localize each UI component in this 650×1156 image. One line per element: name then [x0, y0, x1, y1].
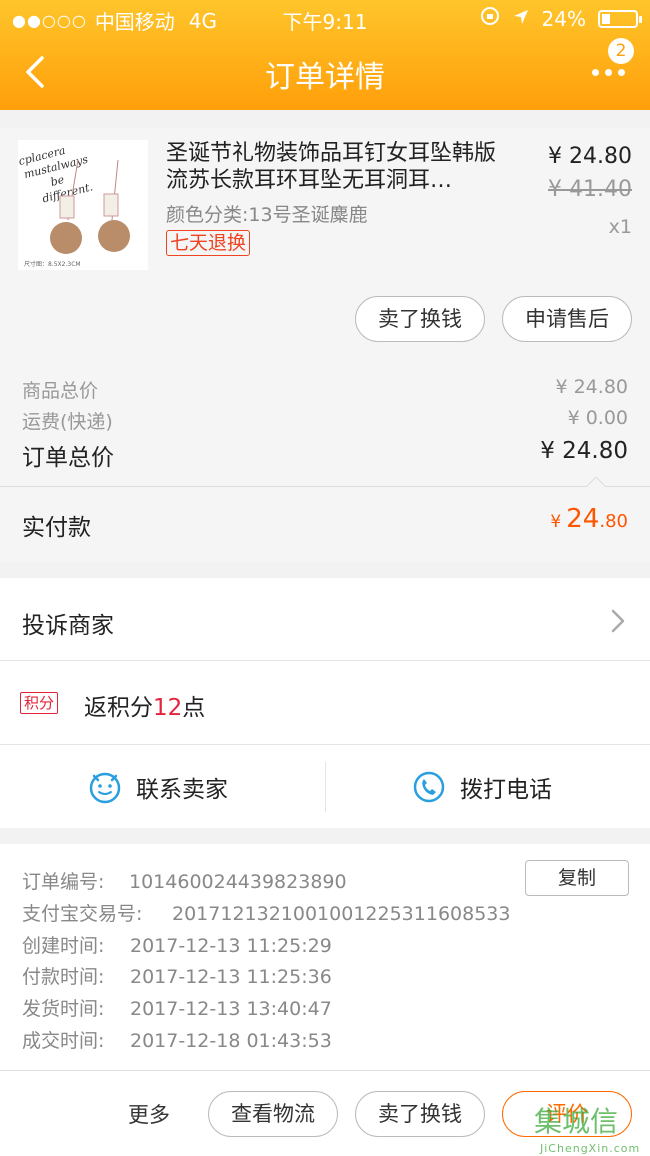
page-title: 订单详情 [265, 60, 385, 95]
location-arrow-icon [512, 7, 530, 31]
battery-icon [598, 9, 642, 28]
after-sale-button[interactable]: 申请售后 [502, 296, 632, 342]
sell-button[interactable]: 卖了换钱 [355, 296, 485, 342]
paid-amount-label: 实付款 [22, 515, 91, 541]
battery-percent: 24% [541, 6, 586, 31]
phone-icon [413, 771, 445, 803]
header: ●●○○○ 中国移动 4G 下午9:11 24% 订单详情 2 [0, 0, 650, 110]
product-price: ¥ 24.80 [548, 144, 632, 169]
status-bar: ●●○○○ 中国移动 4G 下午9:11 24% [0, 0, 650, 36]
points-reward: 返积分12点 [84, 695, 206, 721]
watermark-logo: 集城信 JiChengXin.com [534, 1105, 641, 1155]
svg-text:尺寸图：8.5X2.3CM: 尺寸图：8.5X2.3CM [24, 260, 81, 268]
notification-badge: 2 [608, 38, 634, 64]
chat-bubble-icon [89, 772, 121, 804]
view-logistics-button[interactable]: 查看物流 [208, 1091, 338, 1137]
order-total-row: 订单总价 ¥ 24.80 [22, 438, 628, 471]
alipay-number: 2017121321001001225311608533 [172, 903, 511, 925]
completed-time-row: 成交时间: 2017-12-18 01:43:53 [22, 1030, 332, 1052]
return-policy-tag: 七天退换 [166, 230, 251, 256]
contact-seller-label: 联系卖家 [136, 777, 228, 803]
created-time-row: 创建时间: 2017-12-13 11:25:29 [22, 935, 332, 957]
contact-seller-button[interactable]: 联系卖家 [88, 762, 228, 812]
call-phone-button[interactable]: 拨打电话 [412, 762, 552, 812]
divider [0, 486, 650, 487]
chevron-right-icon [611, 609, 625, 633]
product-card[interactable]: cplacera mustalways be different. 尺寸图：8.… [0, 128, 650, 356]
product-original-price: ¥ 41.40 [548, 177, 632, 202]
order-totals: 商品总价 ¥ 24.80 运费(快递) ¥ 0.00 订单总价 ¥ 24.80 实付款… [0, 356, 650, 562]
goods-total-row: 商品总价 ¥ 24.80 [22, 376, 628, 402]
shipped-time-row: 发货时间: 2017-12-13 13:40:47 [22, 998, 332, 1020]
shipping-row: 运费(快递) ¥ 0.00 [22, 407, 628, 433]
paid-amount: ¥ 24.80 [550, 504, 628, 534]
more-button[interactable]: 更多 [128, 1099, 170, 1129]
copy-button[interactable]: 复制 [525, 860, 629, 896]
product-thumbnail[interactable]: cplacera mustalways be different. 尺寸图：8.… [18, 140, 148, 270]
divider [0, 660, 650, 661]
more-menu-button[interactable] [592, 62, 632, 82]
alipay-number-row: 支付宝交易号: 2017121321001001225311608533 [22, 903, 511, 925]
rotation-lock-icon [480, 6, 500, 31]
product-title[interactable]: 圣诞节礼物装饰品耳钉女耳坠韩版流苏长款耳环耳坠无耳洞耳… [166, 140, 506, 194]
caret-up-icon [586, 477, 606, 487]
divider [325, 762, 326, 812]
order-number: 101460024439823890 [129, 871, 347, 893]
complain-seller-label[interactable]: 投诉商家 [22, 606, 114, 640]
call-phone-label: 拨打电话 [460, 777, 552, 803]
product-variant: 颜色分类:13号圣诞麋鹿 [166, 204, 368, 226]
paid-time-row: 付款时间: 2017-12-13 11:25:36 [22, 966, 332, 988]
order-number-row: 订单编号: 101460024439823890 [22, 871, 347, 893]
product-quantity: x1 [608, 216, 632, 238]
sell-button[interactable]: 卖了换钱 [355, 1091, 485, 1137]
divider [0, 744, 650, 745]
points-tag: 积分 [20, 692, 59, 714]
